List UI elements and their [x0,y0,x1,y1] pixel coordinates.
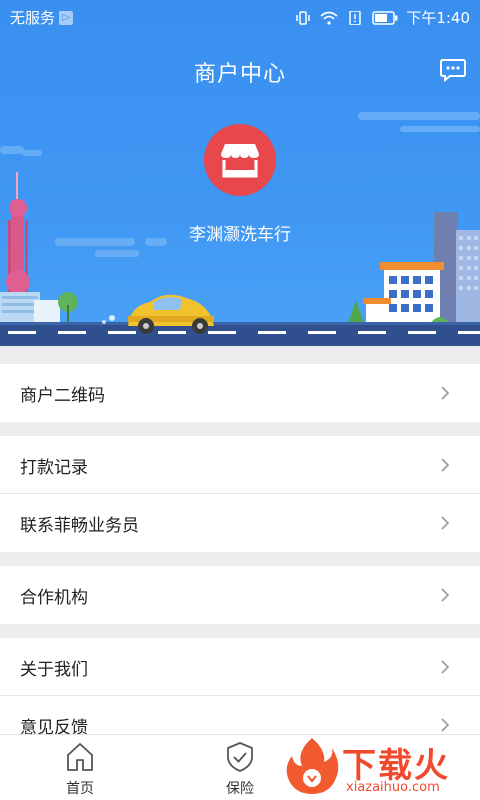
menu-item-payment-records[interactable]: 打款记录 [0,436,480,494]
page-title: 商户中心 [193,62,286,87]
tab-label: 首页 [66,781,94,797]
menu-item-label: 关于我们 [20,659,88,680]
chat-bubble-icon[interactable] [440,58,466,82]
menu-item-label: 联系菲畅业务员 [20,515,139,536]
home-icon [67,743,93,771]
chevron-right-icon [441,588,450,602]
menu-item-contact-salesperson[interactable]: 联系菲畅业务员 [0,494,480,552]
menu-item-label: 商户二维码 [20,385,105,406]
tab-label: 保险 [226,781,254,797]
status-bar: 无服务 ▷ 下午1:40 [0,0,480,34]
watermark-logo: 下载火 xiazaihuo.com [284,736,474,798]
chevron-right-icon [441,458,450,472]
battery-icon [372,10,398,25]
section-gap [0,624,480,638]
shield-check-icon [227,742,253,772]
chevron-right-icon [441,718,450,732]
vibrate-icon [296,10,311,25]
wifi-icon [320,11,338,25]
section-gap [0,422,480,436]
tab-insurance[interactable]: 保险 [195,735,285,800]
storefront-icon [221,144,259,178]
menu-item-merchant-qrcode[interactable]: 商户二维码 [0,364,480,422]
chevron-right-icon [441,386,450,400]
chevron-right-icon [441,660,450,674]
menu-item-label: 合作机构 [20,587,88,608]
tab-home[interactable]: 首页 [35,735,125,800]
clock: 下午1:40 [406,9,470,27]
menu-item-label: 打款记录 [20,457,88,478]
menu-item-about-us[interactable]: 关于我们 [0,638,480,696]
sim-alert-icon [349,10,362,25]
merchant-name: 李渊灏洗车行 [189,225,291,245]
watermark-subtext: xiazaihuo.com [346,780,440,795]
section-gap [0,346,480,364]
merchant-header: 无服务 ▷ 下午1:40 商户中心 李渊灏洗车行 [0,0,480,346]
section-gap [0,552,480,566]
chevron-right-icon [441,516,450,530]
carrier-badge-icon: ▷ [59,10,74,25]
carrier-text: 无服务 [10,9,56,27]
flame-icon [286,738,339,794]
merchant-avatar [204,124,276,196]
menu-item-partner-institutions[interactable]: 合作机构 [0,566,480,624]
